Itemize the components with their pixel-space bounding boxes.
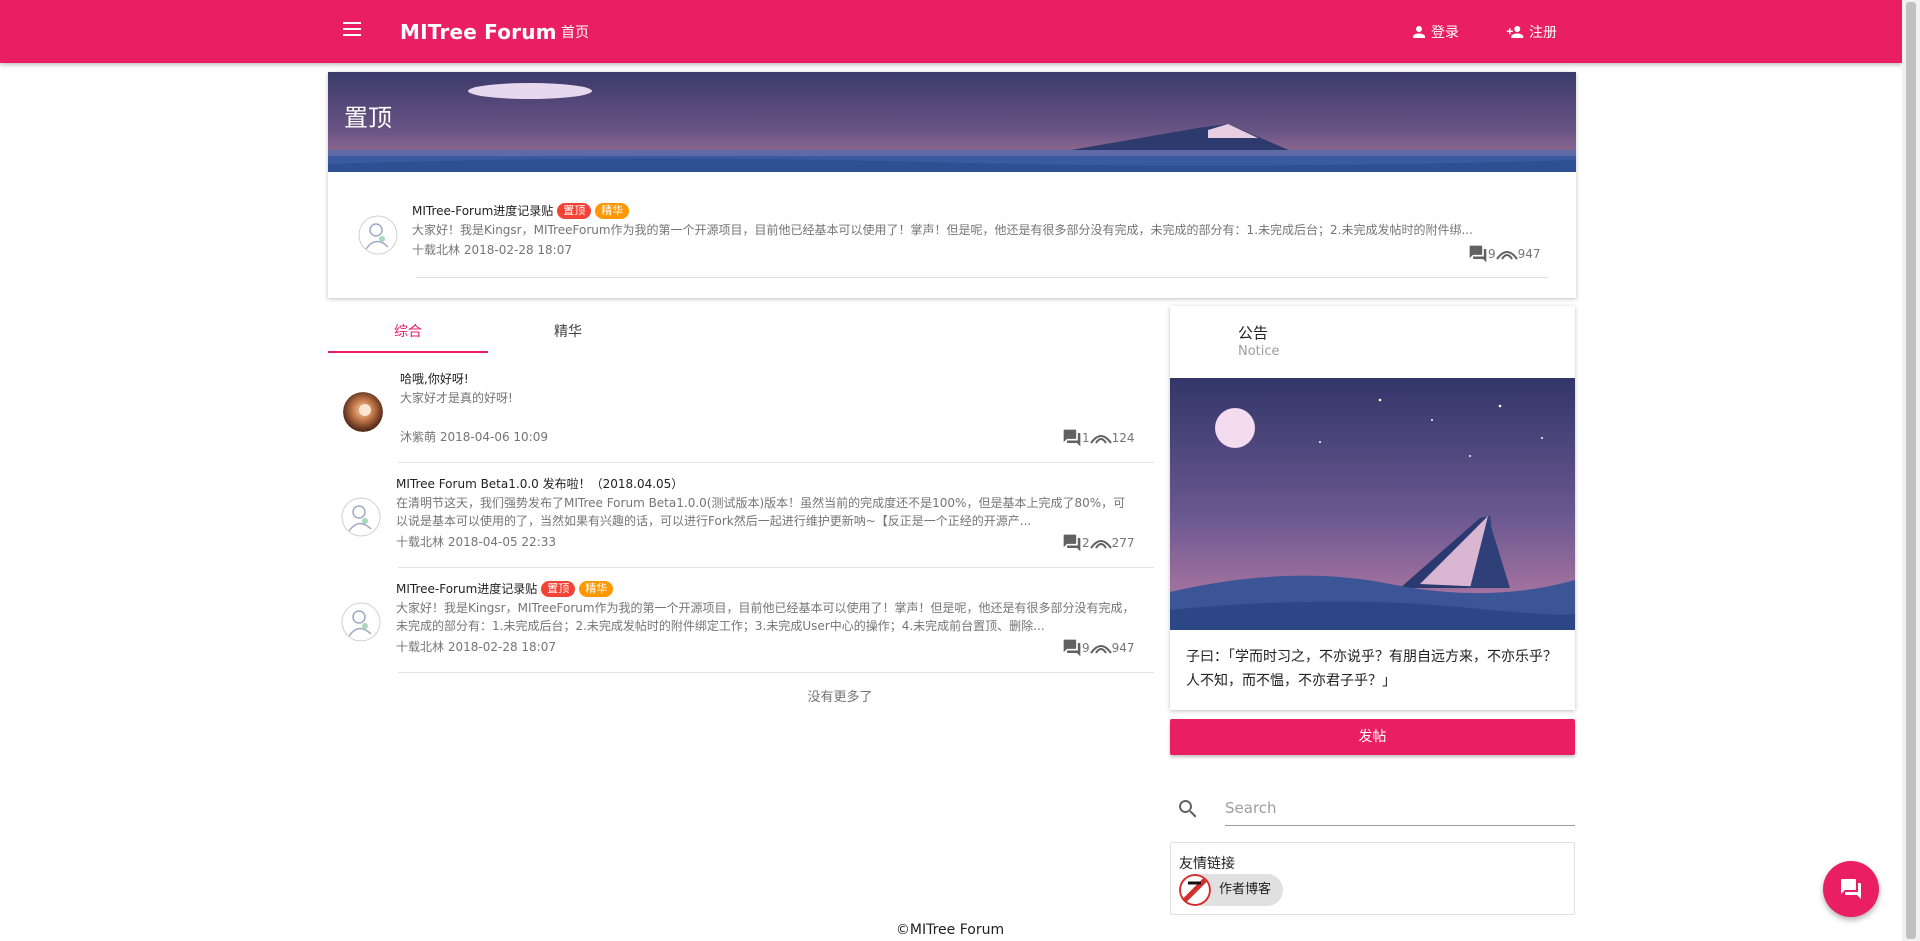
night-mountain-image [1170, 378, 1575, 630]
menu-button[interactable] [336, 18, 368, 46]
avatar[interactable] [341, 497, 381, 537]
menu-icon-line [343, 28, 361, 30]
default-avatar-icon [341, 602, 381, 642]
views-icon [1089, 435, 1112, 444]
pinned-card: 置顶 MITree-Forum进度记录贴 置顶 精华 大家好！我是Kingsr，… [328, 72, 1576, 298]
post-title-text: MITree Forum Beta1.0.0 发布啦！（2018.04.05） [396, 477, 684, 491]
post-title-text: MITree-Forum进度记录贴 [396, 582, 538, 596]
tab-featured[interactable]: 精华 [488, 308, 648, 354]
post-title[interactable]: MITree-Forum进度记录贴 置顶 精华 [396, 580, 614, 597]
post-author[interactable]: 十载北林 [396, 535, 444, 549]
pinned-title: 置顶 [344, 104, 392, 132]
views-icon [1089, 540, 1112, 549]
register-button[interactable]: 注册 [1504, 22, 1557, 42]
nav-home-link[interactable]: 首页 [561, 22, 589, 42]
divider [398, 462, 1154, 463]
post-title-text: MITree-Forum进度记录贴 [412, 204, 554, 218]
friend-links-card: 友情链接 作者博客 [1170, 842, 1575, 915]
view-count: 277 [1111, 536, 1135, 550]
post-meta: 沐紫萌 2018-04-06 10:09 [400, 428, 548, 445]
brand-title[interactable]: MITree Forum [400, 20, 557, 44]
comment-icon [1469, 245, 1487, 263]
comment-icon [1063, 534, 1081, 552]
comment-icon [1063, 639, 1081, 657]
login-label: 登录 [1431, 25, 1459, 41]
tab-general[interactable]: 综合 [328, 308, 488, 354]
avatar[interactable] [343, 392, 383, 432]
views-icon [1089, 645, 1112, 654]
post-meta: 十载北林 2018-04-05 22:33 [396, 533, 556, 550]
post-title[interactable]: MITree-Forum进度记录贴 置顶 精华 [412, 202, 630, 219]
avatar[interactable] [358, 215, 398, 255]
divider [398, 672, 1154, 673]
view-count: 947 [1111, 641, 1135, 655]
author-blog-chip[interactable]: 作者博客 [1179, 874, 1284, 906]
no-more-text: 没有更多了 [807, 690, 873, 705]
tab-indicator [328, 351, 488, 353]
new-post-button[interactable]: 发帖 [1170, 719, 1575, 755]
tag-pinned: 置顶 [541, 580, 576, 597]
footer-copyright: ©MITree Forum [895, 922, 1005, 938]
tag-featured: 精华 [595, 202, 630, 219]
new-post-fab[interactable] [1823, 861, 1879, 917]
notice-title: 公告 [1238, 324, 1269, 342]
default-avatar-icon [358, 215, 398, 255]
post-excerpt: 大家好！我是Kingsr，MITreeForum作为我的第一个开源项目，目前他已… [396, 601, 1135, 633]
views-icon [1495, 251, 1518, 260]
login-button[interactable]: 登录 [1410, 22, 1459, 42]
divider [416, 277, 1548, 278]
view-count: 947 [1517, 247, 1541, 261]
post-excerpt: 大家好才是真的好呀! [400, 391, 513, 405]
post-stats: 1 124 [1062, 428, 1135, 448]
notice-subtitle: Notice [1238, 344, 1280, 359]
author-blog-label: 作者博客 [1219, 882, 1272, 897]
post-author[interactable]: 沐紫萌 [400, 430, 436, 444]
tag-featured: 精华 [579, 580, 614, 597]
post-author[interactable]: 十载北林 [396, 640, 444, 654]
notice-card: 公告 Notice 子曰：「学而时习之，不亦说乎？有朋自远方来，不亦乐乎？人不知… [1170, 306, 1575, 710]
post-time: 2018-02-28 18:07 [447, 640, 556, 654]
forum-icon [1841, 879, 1861, 899]
search-icon [1179, 800, 1197, 818]
scrollbar-thumb[interactable] [1906, 2, 1916, 939]
tag-pinned: 置顶 [557, 202, 592, 219]
person-icon [1413, 26, 1425, 38]
post-meta: 十载北林 2018-02-28 18:07 [396, 638, 556, 655]
page-scrollbar[interactable] [1902, 0, 1920, 941]
post-title[interactable]: 哈哦,你好呀! [400, 370, 469, 387]
search-input[interactable] [1225, 790, 1575, 826]
notice-text: 子曰：「学而时习之，不亦说乎？有朋自远方来，不亦乐乎？人不知，而不愠，不亦君子乎… [1186, 649, 1557, 689]
post-title[interactable]: MITree Forum Beta1.0.0 发布啦！（2018.04.05） [396, 475, 683, 492]
avatar[interactable] [341, 602, 381, 642]
post-meta: 十载北林 2018-02-28 18:07 [412, 241, 572, 258]
post-time: 2018-04-05 22:33 [447, 535, 556, 549]
comment-icon [1063, 429, 1081, 447]
friend-links-title: 友情链接 [1179, 856, 1235, 872]
default-avatar-icon [341, 497, 381, 537]
comment-count: 2 [1082, 536, 1090, 550]
menu-icon-line [343, 22, 361, 24]
post-excerpt: 在清明节这天，我们强势发布了MITree Forum Beta1.0.0(测试版… [396, 496, 1126, 528]
comment-count: 1 [1082, 431, 1090, 445]
post-stats: 9 947 [1468, 244, 1541, 264]
register-label: 注册 [1529, 25, 1557, 41]
divider [398, 567, 1154, 568]
post-time: 2018-02-28 18:07 [463, 243, 572, 257]
post-stats: 9 947 [1062, 638, 1135, 658]
menu-icon-line [343, 34, 361, 36]
post-stats: 2 277 [1062, 533, 1135, 553]
post-time: 2018-04-06 10:09 [439, 430, 548, 444]
post-author[interactable]: 十载北林 [412, 243, 460, 257]
view-count: 124 [1111, 431, 1135, 445]
person-add-icon [1506, 26, 1524, 38]
night-landscape-image [328, 72, 1576, 172]
post-excerpt: 大家好！我是Kingsr，MITreeForum作为我的第一个开源项目，目前他已… [412, 223, 1473, 237]
app-bar: MITree Forum 首页 登录 注册 [0, 0, 1902, 63]
user-avatar-image [343, 392, 383, 432]
post-title-text: 哈哦,你好呀! [400, 372, 469, 386]
comment-count: 9 [1082, 641, 1090, 655]
blog-logo-icon [1179, 874, 1211, 906]
pinned-banner: 置顶 [328, 72, 1576, 172]
comment-count: 9 [1488, 247, 1496, 261]
